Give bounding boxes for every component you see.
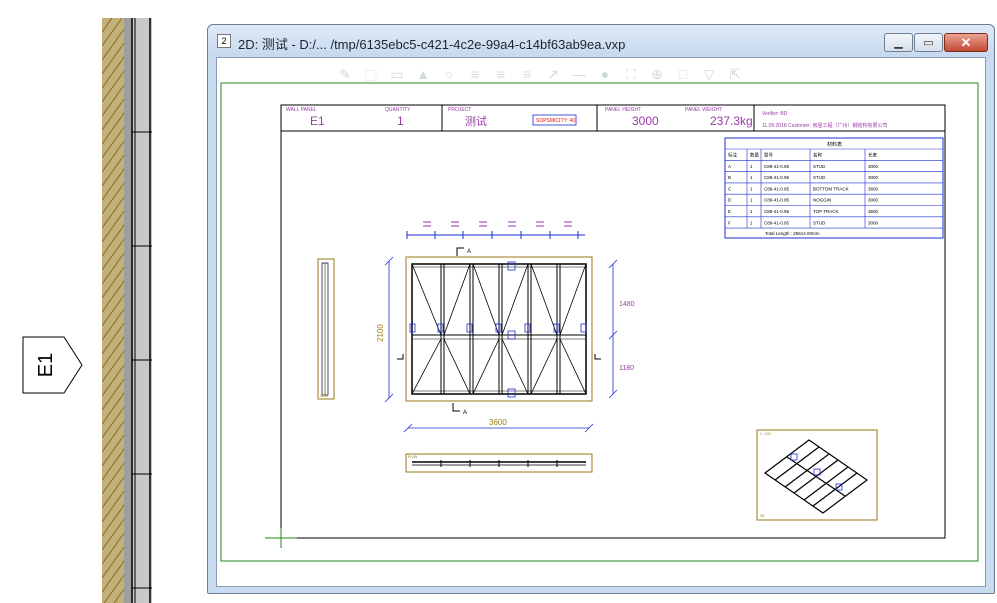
section-mark-top-label: A (467, 249, 471, 255)
parts-table-header-cell: 型号 (764, 152, 773, 159)
upper-segment-label: 1480 (619, 301, 635, 308)
side-view: SIDE (317, 258, 335, 400)
panel-weight-value: 237.3kg (710, 114, 753, 128)
parts-table-cell: STUD (813, 220, 826, 225)
segment-dimensions (608, 259, 618, 399)
seismicity-value: SOPSMICITY: 40 (536, 118, 575, 124)
parts-table-cell: E (728, 209, 731, 214)
parts-table-cell: 3600 (868, 186, 879, 191)
parts-table-cell: TOP TRACK (813, 209, 839, 214)
parts-table-header-cell: 长度 (868, 152, 877, 159)
height-dimension (384, 256, 394, 403)
parts-table-cell: 1 (750, 175, 753, 180)
document-2d-icon: 2 (217, 34, 231, 48)
parts-table: 材料表 Total Length : 25614.00mm 标注 数量 型号 名称 长度… (724, 137, 944, 239)
parts-table-cell: 3000 (868, 175, 879, 180)
parts-table-cell: BOTTOM TRACK (813, 186, 849, 191)
minimize-icon: ▁ (894, 37, 903, 49)
title-block: WALL PANEL E1 QUANTITY 1 PROJECT 测试 SOPS… (281, 105, 945, 132)
section-mark-bottom: A (452, 403, 467, 416)
panel-elevation (397, 256, 601, 402)
parts-table-cell: 1 (750, 220, 753, 225)
parts-table-cell: C (728, 186, 732, 191)
wall-section-drawing (102, 18, 152, 603)
parts-table-cell: C89-41-0.95 (764, 198, 790, 203)
section-tag-label: E1 (34, 352, 57, 378)
window-title: 2D: 测试 - D:/... /tmp/6135ebc5-c421-4c2e-… (238, 37, 626, 52)
maximize-icon: ▭ (923, 37, 934, 49)
plan-view: PLAN (405, 453, 593, 473)
title-bar[interactable]: 2 2D: 测试 - D:/... /tmp/6135ebc5-c421-4c2… (208, 25, 994, 57)
maximize-button[interactable]: ▭ (914, 33, 943, 52)
wall-panel-value: E1 (310, 114, 325, 128)
parts-table-cell: NOGGIN (813, 198, 831, 203)
minimize-button[interactable]: ▁ (884, 33, 913, 52)
width-dimension-label: 3600 (489, 418, 507, 427)
iso-view-label: 3D (760, 514, 765, 518)
top-dimension-strips (406, 221, 585, 239)
parts-table-cell: B (728, 175, 731, 180)
sheet-drawing: WALL PANEL E1 QUANTITY 1 PROJECT 测试 SOPS… (220, 82, 979, 562)
parts-table-cell: 3600 (868, 209, 879, 214)
panel-height-value: 3000 (632, 114, 659, 128)
drawing-window: 2 2D: 测试 - D:/... /tmp/6135ebc5-c421-4c2… (207, 24, 995, 594)
parts-table-cell: 3000 (868, 198, 879, 203)
drawing-canvas[interactable]: ✎ ⬚ ▭ ▲ ○ ≡ ≡ ≡ ↗ — ● ⛶ ⊕ □ ▽ ⇱ WALL PAN… (216, 57, 986, 587)
parts-table-cell: C89-41-0.95 (764, 164, 790, 169)
parts-table-cell: 1 (750, 164, 753, 169)
side-view-label: SIDE (320, 394, 329, 398)
parts-table-cell: C89-41-0.95 (764, 186, 790, 191)
parts-table-cell: D (728, 198, 732, 203)
parts-table-cell: STUD (813, 164, 826, 169)
wall-panel-label: WALL PANEL (286, 107, 317, 113)
verified-by: Verifier: BD (762, 111, 788, 117)
plan-view-label: PLAN (408, 455, 418, 459)
iso-scale-label: 1 : 100 (760, 432, 771, 436)
project-label: PROJECT (448, 107, 471, 113)
section-mark-top: A (456, 247, 471, 256)
lower-segment-label: 1180 (619, 365, 634, 372)
parts-table-cell: 1 (750, 209, 753, 214)
parts-table-cell: C89-41-0.95 (764, 220, 790, 225)
parts-table-header-cell: 标注 (728, 152, 737, 159)
parts-table-cell: C89-41-0.95 (764, 175, 790, 180)
parts-table-title: 材料表 (827, 141, 842, 148)
parts-table-cell: 3000 (868, 220, 879, 225)
height-dimension-label: 2100 (376, 324, 385, 342)
parts-table-cell: STUD (813, 175, 826, 180)
date-customer: 11.09.2018 Customer: 房屋工程（广州）钢结构有限公司 (762, 122, 888, 129)
parts-table-cell: C89-41-0.95 (764, 209, 790, 214)
close-button[interactable]: ✕ (944, 33, 988, 52)
close-icon: ✕ (960, 34, 972, 50)
panel-weight-label: PANEL WEIGHT (685, 107, 722, 113)
parts-table-total: Total Length : 25614.00mm (765, 231, 820, 236)
section-mark-bottom-label: A (463, 410, 467, 416)
panel-height-label: PANEL HEIGHT (605, 107, 641, 113)
section-tag: E1 (22, 336, 84, 394)
parts-table-cell: 3000 (868, 164, 879, 169)
project-value: 测试 (465, 115, 487, 128)
parts-table-cell: 1 (750, 186, 753, 191)
quantity-label: QUANTITY (385, 107, 411, 113)
iso-view: 1 : 100 3D (756, 429, 878, 521)
parts-table-header-cell: 名称 (813, 152, 822, 159)
parts-table-header-cell: 数量 (750, 152, 759, 159)
parts-table-cell: A (728, 164, 731, 169)
quantity-value: 1 (397, 114, 404, 128)
parts-table-cell: F (728, 220, 731, 225)
sheet-frame (220, 82, 979, 562)
parts-table-cell: 1 (750, 198, 753, 203)
